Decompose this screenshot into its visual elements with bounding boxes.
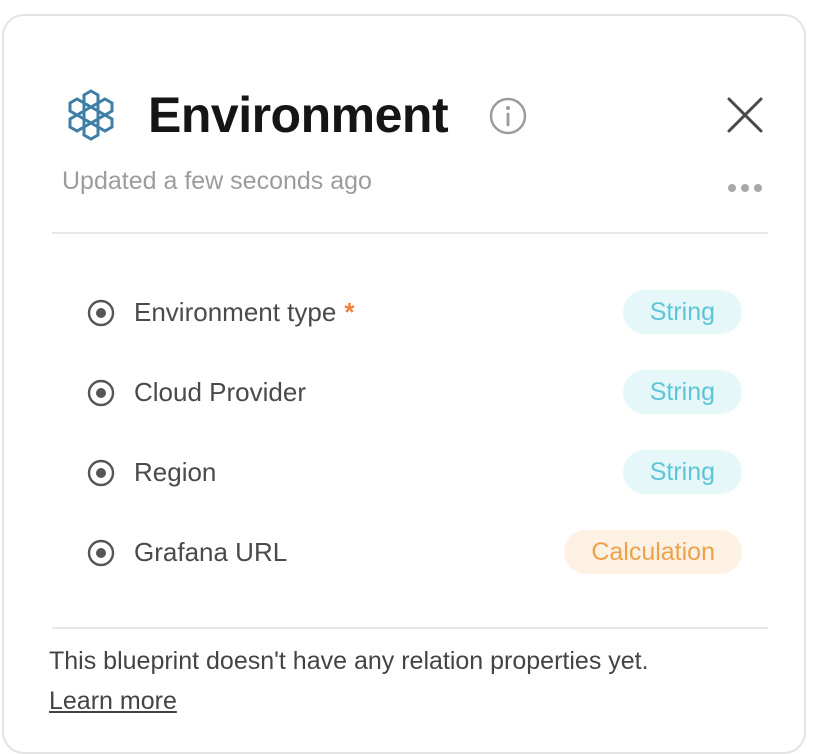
property-radio-icon <box>87 379 115 407</box>
property-row-region[interactable]: Region String <box>86 444 742 524</box>
close-icon[interactable] <box>722 92 768 138</box>
header-divider <box>52 232 768 234</box>
type-badge-string: String <box>622 370 742 414</box>
property-row-environment-type[interactable]: Environment type * String <box>86 284 742 364</box>
property-row-grafana-url[interactable]: Grafana URL Calculation <box>86 524 742 604</box>
panel-title: Environment <box>148 87 449 143</box>
property-radio-icon <box>87 299 115 327</box>
info-icon[interactable] <box>488 96 528 136</box>
property-radio-icon <box>87 539 115 567</box>
property-radio-icon <box>87 459 115 487</box>
type-badge-string: String <box>622 290 742 334</box>
property-label: Environment type * <box>134 297 355 327</box>
property-label: Grafana URL <box>134 537 288 567</box>
type-badge-string: String <box>622 450 742 494</box>
more-horizontal-icon[interactable] <box>724 176 768 200</box>
required-marker: * <box>344 297 355 327</box>
property-label: Region <box>134 457 217 487</box>
hexagon-cluster-icon <box>68 89 114 141</box>
property-row-cloud-provider[interactable]: Cloud Provider String <box>86 364 742 444</box>
property-label: Cloud Provider <box>134 377 306 407</box>
no-relations-message: This blueprint doesn't have any relation… <box>49 647 649 675</box>
footer-divider <box>52 627 768 629</box>
type-badge-calculation: Calculation <box>564 530 742 574</box>
last-updated-text: Updated a few seconds ago <box>62 167 372 195</box>
properties-list: Environment type * String Cloud Provider … <box>86 284 742 604</box>
learn-more-link[interactable]: Learn more <box>49 682 177 720</box>
